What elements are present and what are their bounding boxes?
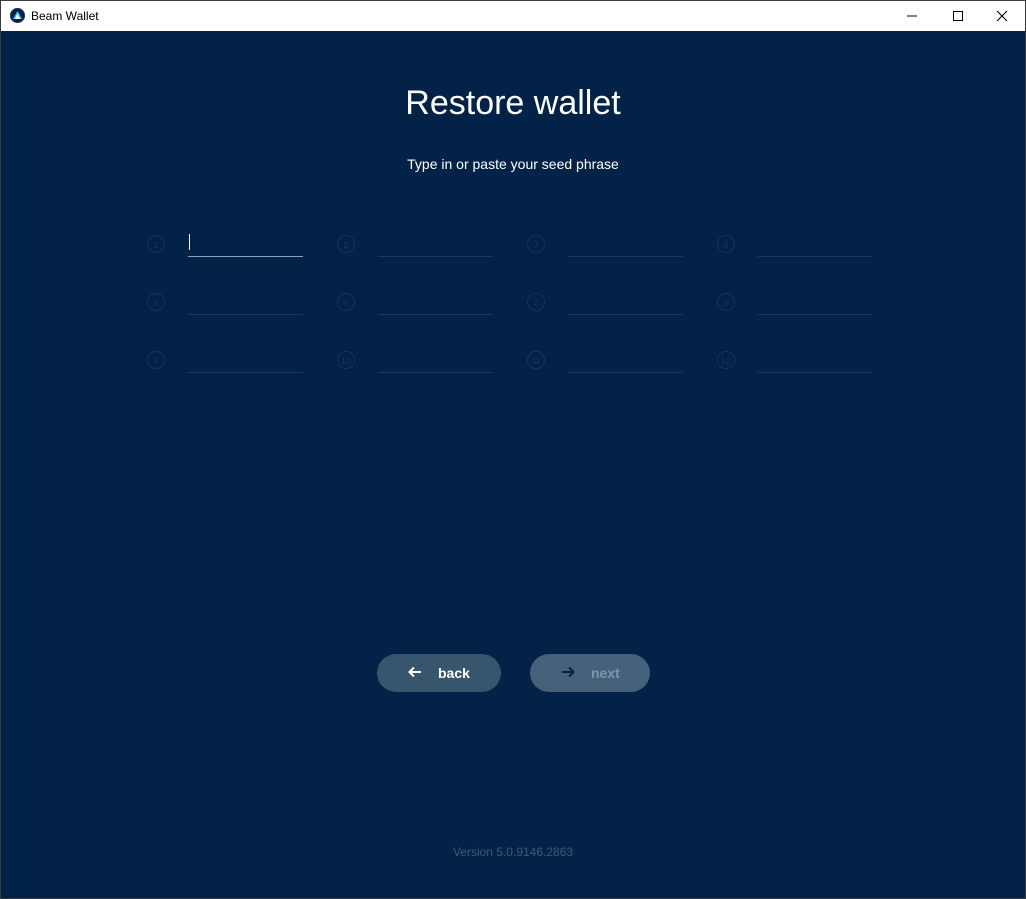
seed-word-cell: 4 (717, 231, 877, 261)
seed-word-cell: 7 (527, 289, 687, 319)
seed-word-cell: 2 (337, 231, 497, 261)
seed-word-number: 1 (147, 235, 165, 253)
seed-word-input[interactable] (378, 231, 493, 257)
beam-logo-icon (10, 8, 25, 23)
close-button[interactable] (979, 1, 1025, 31)
next-button[interactable]: next (530, 654, 650, 692)
seed-word-input[interactable] (568, 231, 683, 257)
seed-word-cell: 10 (337, 347, 497, 377)
seed-word-cell: 12 (717, 347, 877, 377)
seed-word-cell: 1 (147, 231, 307, 261)
page-subtitle: Type in or paste your seed phrase (407, 156, 619, 172)
seed-word-input[interactable] (758, 231, 873, 257)
maximize-button[interactable] (935, 1, 981, 31)
seed-word-number: 4 (717, 235, 735, 253)
seed-word-cell: 6 (337, 289, 497, 319)
back-button[interactable]: back (377, 654, 501, 692)
seed-word-input[interactable] (378, 347, 493, 373)
seed-word-input[interactable] (568, 289, 683, 315)
arrow-right-icon (562, 666, 575, 678)
seed-word-input[interactable] (568, 347, 683, 373)
version-label: Version 5.0.9146.2863 (452, 845, 574, 859)
seed-word-number: 8 (717, 293, 735, 311)
seed-word-input[interactable] (188, 289, 303, 315)
seed-word-cell: 9 (147, 347, 307, 377)
seed-word-number: 12 (717, 351, 735, 369)
back-button-label: back (438, 665, 470, 681)
seed-word-number: 10 (337, 351, 355, 369)
seed-word-input[interactable] (378, 289, 493, 315)
seed-word-number: 9 (147, 351, 165, 369)
window-title: Beam Wallet (31, 9, 99, 23)
seed-word-number: 3 (527, 235, 545, 253)
seed-word-input[interactable] (758, 347, 873, 373)
seed-word-number: 2 (337, 235, 355, 253)
seed-word-number: 11 (527, 351, 545, 369)
maximize-icon (953, 11, 963, 21)
seed-word-input[interactable] (758, 289, 873, 315)
arrow-left-icon (408, 666, 421, 678)
seed-word-number: 6 (337, 293, 355, 311)
beam-wallet-window: Beam Wallet Restore wallet Type in or pa… (0, 0, 1026, 899)
seed-word-number: 5 (147, 293, 165, 311)
title-bar[interactable]: Beam Wallet (1, 1, 1025, 31)
page-title: Restore wallet (405, 84, 621, 122)
seed-word-number: 7 (527, 293, 545, 311)
next-button-label: next (591, 665, 620, 681)
seed-word-cell: 8 (717, 289, 877, 319)
seed-word-input[interactable] (188, 347, 303, 373)
seed-phrase-grid: 1 2 3 4 5 6 7 8 9 10 11 12 (147, 231, 887, 391)
minimize-button[interactable] (889, 1, 935, 31)
seed-word-cell: 3 (527, 231, 687, 261)
restore-wallet-page: Restore wallet Type in or paste your see… (1, 31, 1025, 898)
text-caret (189, 234, 190, 250)
seed-word-input[interactable] (188, 231, 303, 257)
seed-word-cell: 5 (147, 289, 307, 319)
seed-word-cell: 11 (527, 347, 687, 377)
close-icon (996, 10, 1008, 22)
minimize-icon (907, 15, 917, 17)
